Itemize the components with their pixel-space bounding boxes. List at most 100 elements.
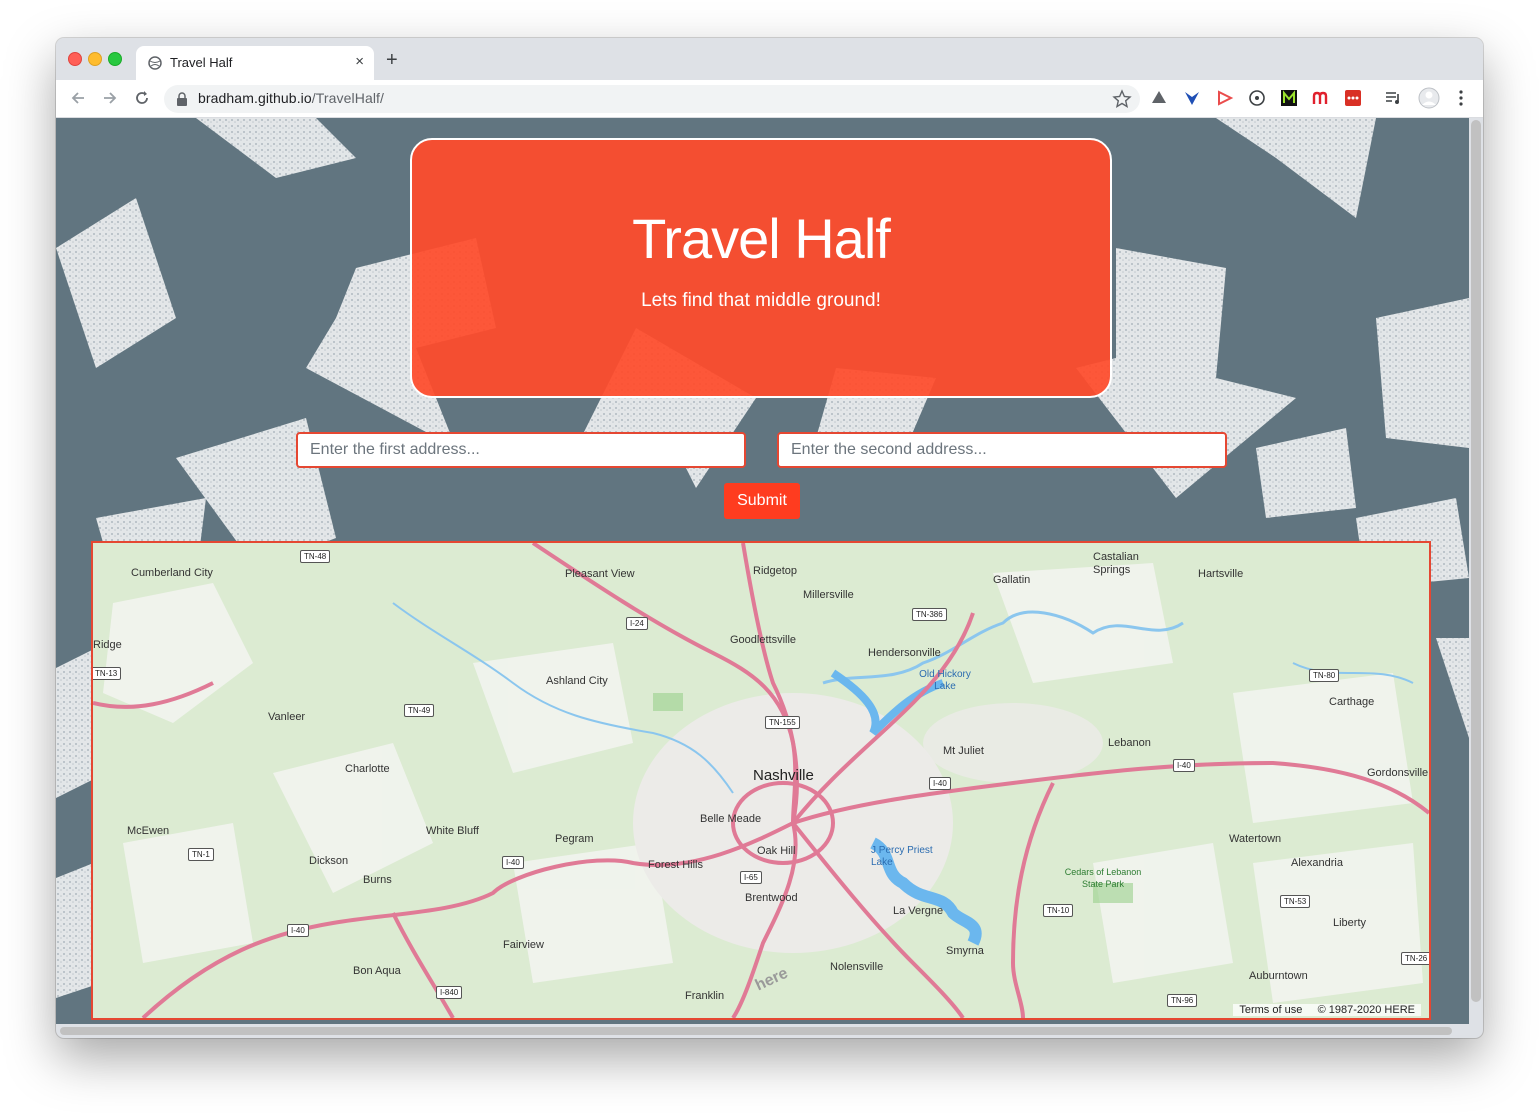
url-host: bradham.github.io <box>198 90 312 106</box>
menu-dots-icon[interactable] <box>1452 89 1470 107</box>
map-copyright: © 1987-2020 HERE <box>1317 1004 1415 1016</box>
map-label: Millersville <box>803 589 854 601</box>
route-shield: TN-155 <box>765 716 800 729</box>
globe-icon <box>148 56 162 70</box>
map-label: Brentwood <box>745 892 798 904</box>
map-label: Lebanon <box>1108 737 1151 749</box>
route-shield: I-40 <box>929 777 951 790</box>
map-label: Old Hickory Lake <box>919 669 971 692</box>
map-label: Pegram <box>555 833 594 845</box>
map-label: Cumberland City <box>131 567 213 579</box>
map-label: Vanleer <box>268 711 306 723</box>
url-path: /TravelHalf/ <box>311 90 385 106</box>
map-label: Gordonsville <box>1367 767 1429 779</box>
first-address-input[interactable] <box>296 432 746 468</box>
map-label: Forest Hills <box>648 859 704 871</box>
page-subtitle: Lets find that middle ground! <box>641 290 881 311</box>
m-green-extension-icon[interactable] <box>1280 89 1298 107</box>
map-label: Watertown <box>1229 833 1282 845</box>
route-shield: I-65 <box>740 871 762 884</box>
route-shield: I-840 <box>436 986 463 999</box>
map-label: Nashville <box>753 767 814 784</box>
lock-icon <box>177 92 187 106</box>
page-viewport: Travel Half Lets find that middle ground… <box>56 118 1469 1024</box>
drive-extension-icon[interactable] <box>1150 89 1168 107</box>
circle-extension-icon[interactable] <box>1248 89 1266 107</box>
route-shield: TN-386 <box>912 608 947 621</box>
map-label: Oak Hill <box>757 845 796 857</box>
back-arrow-icon[interactable] <box>68 88 88 108</box>
route-shield: TN-96 <box>1167 994 1198 1007</box>
minimize-window-button[interactable] <box>88 52 102 66</box>
map-label: Cedars of Lebanon State Park <box>1064 867 1142 889</box>
map-label: Dickson <box>309 855 349 867</box>
vpn-extension-icon[interactable] <box>1183 89 1201 107</box>
route-shield: I-40 <box>287 924 309 937</box>
vertical-scrollbar[interactable] <box>1471 120 1481 1002</box>
map-label: La Vergne <box>893 905 944 917</box>
submit-button[interactable]: Submit <box>724 483 800 519</box>
route-shield: TN-53 <box>1280 895 1311 908</box>
media-queue-icon[interactable] <box>1384 89 1402 107</box>
map-label: Ridgetop <box>753 565 798 577</box>
map-label: Fairview <box>503 939 544 951</box>
horizontal-scrollbar[interactable] <box>60 1027 1452 1035</box>
map-label: Burns <box>363 874 392 886</box>
route-shield: TN-80 <box>1309 669 1340 682</box>
map-label: Bon Aqua <box>353 965 401 977</box>
map-label: McEwen <box>127 825 170 837</box>
map-label: Hendersonville <box>868 647 941 659</box>
address-bar[interactable]: bradham.github.io/TravelHalf/ <box>164 85 1140 113</box>
route-shield: TN-26 <box>1401 952 1429 965</box>
route-shield: TN-13 <box>93 667 122 680</box>
map-label: White Bluff <box>426 825 479 837</box>
route-shield: TN-49 <box>404 704 435 717</box>
profile-avatar-icon[interactable] <box>1418 87 1440 109</box>
tab-title: Travel Half <box>170 55 233 70</box>
map-label: Liberty <box>1333 917 1367 929</box>
hero-banner: Travel Half Lets find that middle ground… <box>410 138 1112 398</box>
map-label: Gallatin <box>993 574 1031 586</box>
map-label: Castalian Springs <box>1093 551 1139 576</box>
map-label: Auburntown <box>1249 970 1308 982</box>
bookmark-star-icon[interactable] <box>1112 89 1132 109</box>
route-shield: I-40 <box>502 856 524 869</box>
route-shield: TN-10 <box>1043 904 1074 917</box>
map-label: Belle Meade <box>700 813 762 825</box>
forward-arrow-icon[interactable] <box>100 88 120 108</box>
close-window-button[interactable] <box>68 52 82 66</box>
tab-travel-half[interactable]: Travel Half × <box>136 46 374 80</box>
browser-window: Travel Half × + bradham.github.io/Travel… <box>56 38 1483 1038</box>
tab-bar: Travel Half × + <box>56 38 1483 80</box>
route-shield: TN-1 <box>188 848 214 861</box>
second-address-input[interactable] <box>777 432 1227 468</box>
route-shield: TN-48 <box>300 550 331 563</box>
map-label: Nolensville <box>830 961 884 973</box>
m-red-extension-icon[interactable] <box>1312 89 1330 107</box>
url-text: bradham.github.io/TravelHalf/ <box>198 90 384 106</box>
map-label: Smyrna <box>946 945 984 957</box>
media-extension-icon[interactable] <box>1216 89 1234 107</box>
map-label: Ridge <box>93 639 122 651</box>
map-label: J Percy Priest Lake <box>871 845 933 868</box>
dots-extension-icon[interactable] <box>1344 89 1362 107</box>
terms-of-use-link[interactable]: Terms of use <box>1239 1004 1302 1016</box>
map-label: Franklin <box>685 990 725 1002</box>
map-attribution: Terms of use © 1987-2020 HERE <box>1233 1004 1421 1016</box>
map-label: Charlotte <box>345 763 390 775</box>
new-tab-button[interactable]: + <box>386 50 398 70</box>
map-label: Mt Juliet <box>943 745 984 757</box>
map-label: Alexandria <box>1291 857 1343 869</box>
reload-icon[interactable] <box>132 88 152 108</box>
map-label: Ashland City <box>546 675 608 687</box>
route-shield: I-40 <box>1173 759 1195 772</box>
tab-close-icon[interactable]: × <box>355 53 364 70</box>
maximize-window-button[interactable] <box>108 52 122 66</box>
map-label: Hartsville <box>1198 568 1244 580</box>
map-label: Goodlettsville <box>730 634 797 646</box>
map-view[interactable]: Cumberland City Pleasant View Ridgetop M… <box>91 541 1431 1020</box>
map-label: Carthage <box>1329 696 1375 708</box>
map-label: Pleasant View <box>565 568 635 580</box>
browser-toolbar: bradham.github.io/TravelHalf/ <box>56 80 1483 118</box>
route-shield: I-24 <box>626 617 648 630</box>
